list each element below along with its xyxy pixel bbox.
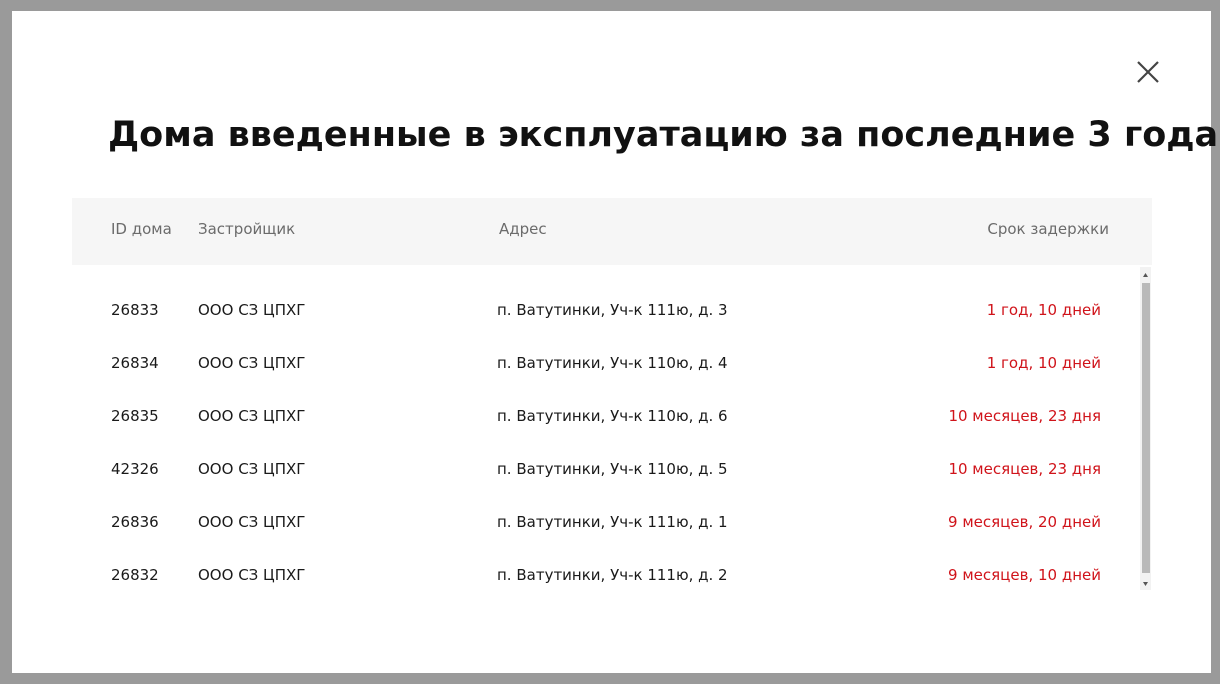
cell-delay: 9 месяцев, 20 дней: [948, 513, 1101, 531]
close-button[interactable]: [1136, 60, 1160, 84]
cell-delay: 10 месяцев, 23 дня: [948, 407, 1101, 425]
cell-address: п. Ватутинки, Уч-к 110ю, д. 4: [497, 354, 728, 372]
header-delay: Срок задержки: [987, 220, 1109, 238]
cell-id: 26833: [111, 301, 159, 319]
close-icon: [1137, 61, 1159, 83]
cell-id: 42326: [111, 460, 159, 478]
cell-developer: ООО СЗ ЦПХГ: [198, 513, 306, 531]
cell-address: п. Ватутинки, Уч-к 110ю, д. 6: [497, 407, 728, 425]
table-scrollbar[interactable]: [1140, 267, 1151, 590]
table-row: 26835 ООО СЗ ЦПХГ п. Ватутинки, Уч-к 110…: [72, 390, 1132, 443]
modal-title: Дома введенные в эксплуатацию за последн…: [108, 115, 1219, 155]
table-row: 42326 ООО СЗ ЦПХГ п. Ватутинки, Уч-к 110…: [72, 443, 1132, 496]
cell-address: п. Ватутинки, Уч-к 111ю, д. 1: [497, 513, 728, 531]
header-id: ID дома: [111, 220, 172, 238]
table-body[interactable]: 26833 ООО СЗ ЦПХГ п. Ватутинки, Уч-к 111…: [72, 265, 1152, 590]
cell-delay: 1 год, 10 дней: [986, 301, 1101, 319]
cell-id: 26836: [111, 513, 159, 531]
header-address: Адрес: [499, 220, 547, 238]
cell-address: п. Ватутинки, Уч-к 111ю, д. 3: [497, 301, 728, 319]
scroll-up-arrow[interactable]: [1140, 267, 1151, 281]
cell-id: 26832: [111, 566, 159, 584]
cell-developer: ООО СЗ ЦПХГ: [198, 301, 306, 319]
scroll-thumb[interactable]: [1142, 283, 1150, 573]
table-row: 26834 ООО СЗ ЦПХГ п. Ватутинки, Уч-к 110…: [72, 337, 1132, 390]
table-row: 26833 ООО СЗ ЦПХГ п. Ватутинки, Уч-к 111…: [72, 284, 1132, 337]
cell-developer: ООО СЗ ЦПХГ: [198, 354, 306, 372]
cell-delay: 1 год, 10 дней: [986, 354, 1101, 372]
triangle-up-icon: [1143, 273, 1148, 277]
cell-delay: 9 месяцев, 10 дней: [948, 566, 1101, 584]
cell-delay: 10 месяцев, 23 дня: [948, 460, 1101, 478]
modal-dialog: Дома введенные в эксплуатацию за последн…: [12, 11, 1218, 673]
cell-address: п. Ватутинки, Уч-к 110ю, д. 5: [497, 460, 728, 478]
header-developer: Застройщик: [198, 220, 296, 238]
triangle-down-icon: [1143, 582, 1148, 586]
cell-developer: ООО СЗ ЦПХГ: [198, 566, 306, 584]
cell-developer: ООО СЗ ЦПХГ: [198, 407, 306, 425]
table-row: 26836 ООО СЗ ЦПХГ п. Ватутинки, Уч-к 111…: [72, 496, 1132, 549]
cell-id: 26835: [111, 407, 159, 425]
table-header: ID дома Застройщик Адрес Срок задержки: [72, 198, 1152, 265]
cell-address: п. Ватутинки, Уч-к 111ю, д. 2: [497, 566, 728, 584]
table-row: 26832 ООО СЗ ЦПХГ п. Ватутинки, Уч-к 111…: [72, 549, 1132, 590]
cell-id: 26834: [111, 354, 159, 372]
cell-developer: ООО СЗ ЦПХГ: [198, 460, 306, 478]
scroll-down-arrow[interactable]: [1140, 576, 1151, 590]
